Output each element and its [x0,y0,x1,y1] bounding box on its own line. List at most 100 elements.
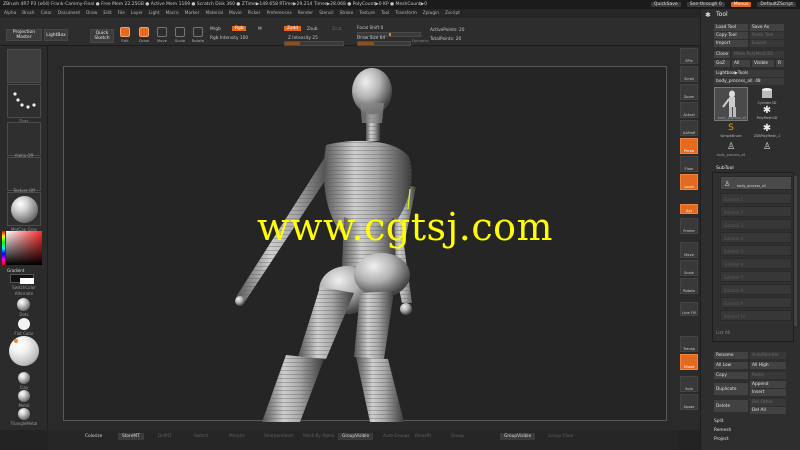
switch-button[interactable]: Switch [194,434,208,439]
secondary-color-swatch[interactable] [20,278,34,284]
alpha-slot[interactable] [7,122,41,156]
goz-button[interactable]: GoZ [714,60,730,67]
morphs-button[interactable]: Morphs [229,434,245,439]
move-tool-button[interactable]: Move [155,27,169,43]
menu-draw[interactable]: Draw [86,11,97,16]
menu-brush[interactable]: Brush [22,11,34,16]
brush-slot[interactable] [7,49,41,83]
see-through-slider[interactable]: See-through 0 [686,2,725,7]
make-polymesh-button[interactable]: Make PolyMesh3D [732,51,784,58]
alternate-label[interactable]: Alternate [0,291,48,296]
menu-picker[interactable]: Picker [248,11,261,16]
menu-file[interactable]: File [118,11,125,16]
colorize-button[interactable]: Colorize [85,434,102,439]
lightbox-tools-button[interactable]: Lightbox▶Tools [714,70,784,77]
subtool-row-7[interactable]: Subtool 7 [720,271,792,282]
save-as-button[interactable]: Save As [750,24,784,31]
projection-master-button[interactable]: Projection Master [6,29,42,41]
clay-material-icon[interactable] [18,372,30,384]
storemt-button[interactable]: StoreMT [118,433,144,440]
aahalf-button[interactable]: AAHalf [680,120,698,136]
tool-thumb-cylinder[interactable]: Cylinder3D [750,87,784,105]
texture-slot[interactable] [7,157,41,191]
actual-button[interactable]: Actual [680,102,698,118]
draw-tool-button[interactable]: Draw [137,27,151,43]
subtool-row-9[interactable]: Subtool 9 [720,297,792,308]
lightbox-button[interactable]: LightBox [44,29,68,41]
flat-color-material-icon[interactable] [18,318,30,330]
menu-macro[interactable]: Macro [166,11,179,16]
rotate-tool-button[interactable]: Rotate [191,27,205,43]
list-all-button[interactable]: List All [716,331,730,336]
menu-edit[interactable]: Edit [103,11,111,16]
scale-view-button[interactable]: Scale [680,260,698,276]
line-fill-button[interactable]: Line Fill [680,302,698,316]
zcut-button[interactable]: Zcut [332,27,342,32]
stroke-slot[interactable] [7,84,41,118]
color-picker[interactable] [2,231,42,265]
edit-tool-button[interactable]: Edit [118,27,132,43]
default-zscript-button[interactable]: DefaultZScript [757,2,796,7]
project-section[interactable]: Project [712,436,798,443]
r-button[interactable]: R [776,60,784,67]
quicksave-button[interactable]: QuickSave [650,2,681,7]
split-section[interactable]: Split [712,418,798,425]
hue-strip[interactable] [2,231,5,265]
frame-button[interactable]: Frame [680,218,698,234]
menu-material[interactable]: Material [205,11,222,16]
subtool-row-1[interactable]: Subtool 1 [720,193,792,204]
dynamic-button[interactable]: Dynamic [412,38,429,43]
menu-render[interactable]: Render [298,11,313,16]
export-button[interactable]: Export [750,40,784,47]
insert-button[interactable]: Insert [750,389,786,396]
del-all-button[interactable]: Del All [750,407,786,414]
delmt-button[interactable]: DelMT [158,434,171,439]
current-tool-field[interactable]: body_process_all. 48 [714,78,784,85]
ghost-button[interactable]: Ghost [680,354,698,370]
tool-thumb-simplebrush[interactable]: S SimpleBrush [714,123,748,140]
spix-button[interactable]: SPix [680,48,698,64]
subtool-item-active[interactable]: ♙ body_process_all [720,176,792,190]
tool-thumb-zsb-polymesh[interactable]: ✱ ZSBPolyMesh_1 [750,123,784,140]
subtool-row-10[interactable]: Subtool 10 [720,310,792,321]
menu-texture[interactable]: Texture [359,11,375,16]
menu-layer[interactable]: Layer [131,11,143,16]
subtool-row-4[interactable]: Subtool 4 [720,232,792,243]
group-button[interactable]: Group [451,434,464,439]
subtool-row-8[interactable]: Subtool 8 [720,284,792,295]
material-slot[interactable] [7,192,41,226]
menu-document[interactable]: Document [58,11,80,16]
mask-by-alpha-button[interactable]: Mask By Alpha [303,434,335,439]
floor-button[interactable]: Floor [680,156,698,172]
menus-button[interactable]: Menus [730,2,752,7]
delete-button[interactable]: Delete [714,400,748,412]
append-button[interactable]: Append [750,381,786,388]
tool-thumb-polymesh[interactable]: ✱ PolyMesh3D [750,105,784,122]
focal-shift-label[interactable]: Focal Shift 0 [357,26,383,31]
menu-transform[interactable]: Transform [395,11,416,16]
menu-color[interactable]: Color [41,11,52,16]
copy-tool-button[interactable]: Copy Tool [714,32,748,39]
relaxpt-button[interactable]: RelaxPt [415,434,431,439]
move-view-button[interactable]: Move [680,242,698,258]
subtool-header[interactable]: SubTool [716,166,734,171]
auto-reorder-button[interactable]: AutoReorder [750,352,786,359]
remesh-section[interactable]: Remesh [712,427,798,434]
menu-stencil[interactable]: Stencil [319,11,334,16]
metal-material-icon[interactable] [18,390,30,402]
menu-preferences[interactable]: Preferences [266,11,291,16]
m-button[interactable]: M [258,27,262,32]
zadd-button[interactable]: Zadd [284,26,302,31]
menu-alpha[interactable]: Alpha [4,11,16,16]
duplicate-button[interactable]: Duplicate [714,383,748,395]
group-clear-button[interactable]: Group Clear [548,434,574,439]
persp-button[interactable]: Persp [680,138,698,154]
menu-tool[interactable]: Tool [381,11,389,16]
menu-light[interactable]: Light [149,11,160,16]
triangle-metal-material-icon[interactable] [18,408,30,420]
dots-material-icon[interactable] [17,298,30,311]
group-visible-left-button[interactable]: GroupVisible [338,433,374,440]
subtool-row-2[interactable]: Subtool 2 [720,206,792,217]
tool-thumb-body-process[interactable]: body_process_all [714,87,748,121]
mrgb-button[interactable]: Mrgb [210,27,221,32]
